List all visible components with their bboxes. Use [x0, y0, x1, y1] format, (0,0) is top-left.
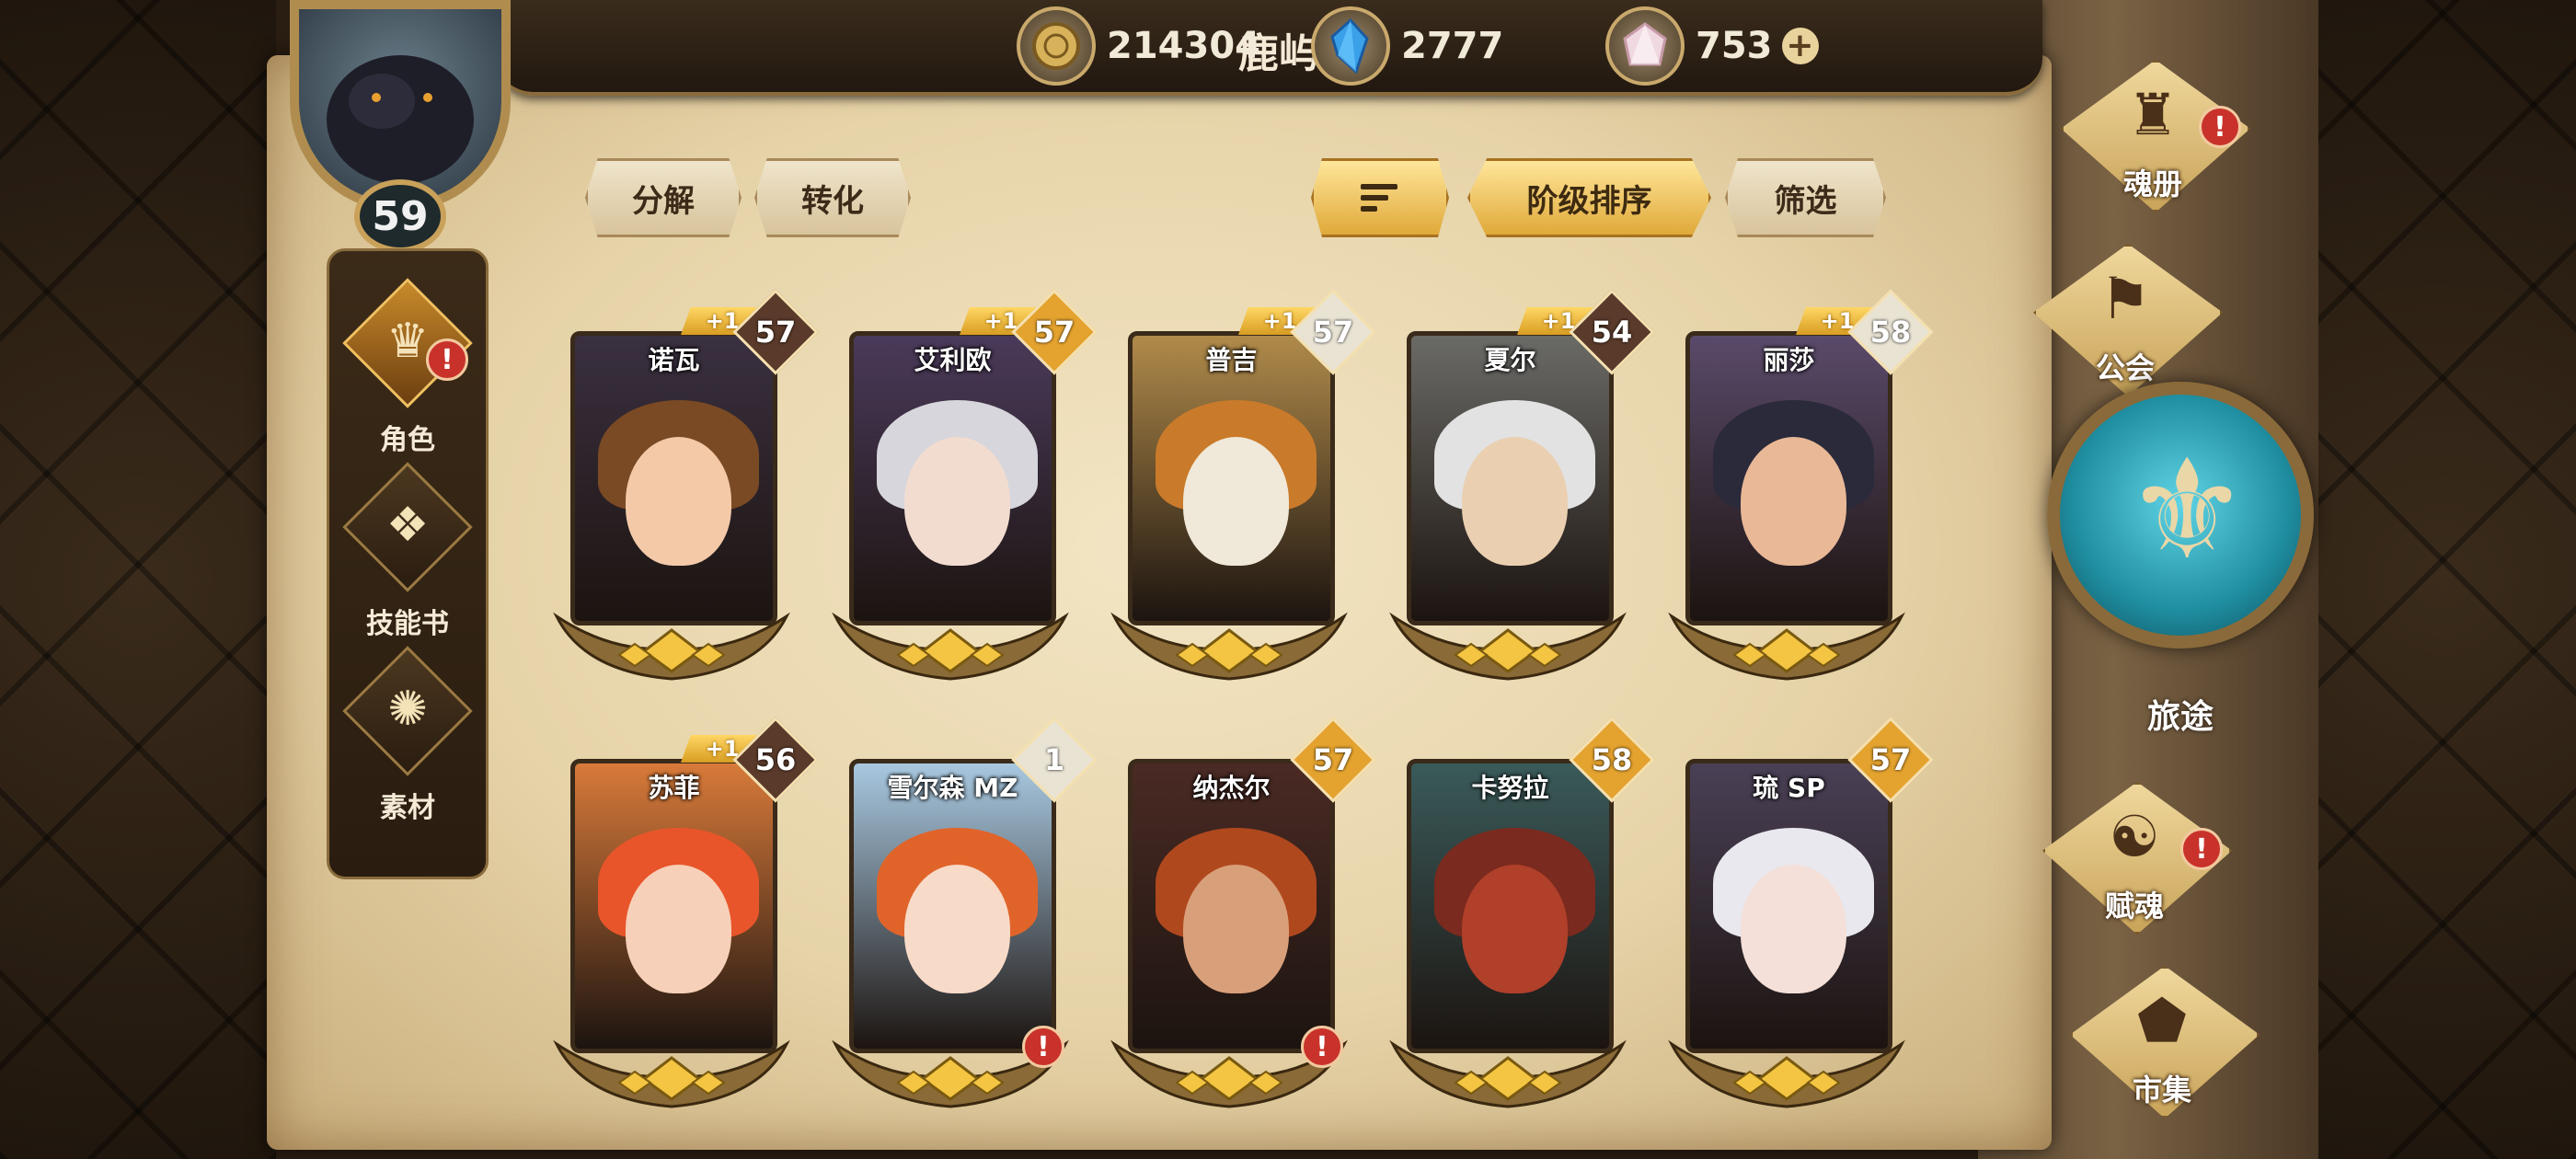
soul-infuse-icon: ☯ — [2109, 803, 2160, 870]
rank-wings-icon — [1668, 1039, 1905, 1108]
character-level: 58 — [1869, 315, 1912, 350]
player-level-badge: 59 — [354, 179, 446, 253]
add-gem-button[interactable]: + — [1781, 28, 1819, 64]
nav-label: 市集 — [2132, 1073, 2191, 1107]
sidebar-item-label: 角色 — [380, 424, 435, 456]
character-card[interactable]: 雪尔森 MZ 1! — [832, 717, 1098, 1108]
sidebar-item-label: 素材 — [380, 792, 435, 824]
character-face — [1462, 437, 1568, 566]
character-level: 57 — [1033, 315, 1075, 350]
character-card[interactable]: 卡努拉 58 — [1389, 717, 1655, 1108]
character-card[interactable]: 普吉 +1 57 — [1110, 289, 1376, 681]
material-icon: ✺ — [387, 682, 428, 737]
sidebar-item-material[interactable]: ✺ 素材 — [329, 646, 486, 824]
rank-wings-icon — [1110, 612, 1348, 681]
market-icon: ⬟ — [2137, 987, 2187, 1054]
character-level: 1 — [1043, 742, 1065, 777]
journey-emblem-icon: ⚜ — [2125, 430, 2249, 591]
nav-label: 赋魂 — [2104, 889, 2164, 924]
character-level: 57 — [1869, 742, 1912, 777]
pink-gem-icon — [1605, 6, 1685, 86]
character-card[interactable]: 琉 SP 57 — [1668, 717, 1934, 1108]
character-card[interactable]: 诺瓦 +1 57 — [553, 289, 819, 681]
character-face — [626, 437, 731, 566]
soul-book-icon: ♜ — [2127, 81, 2179, 148]
character-face — [1183, 865, 1289, 993]
rank-sort-button[interactable]: 阶级排序 — [1467, 158, 1711, 237]
journey-button[interactable]: ⚜ 旅途 — [2038, 373, 2323, 759]
sidebar-item-character[interactable]: ♛ 角色 ! — [329, 278, 486, 456]
character-face — [1183, 437, 1289, 566]
alert-badge: ! — [2199, 106, 2241, 148]
player-portrait[interactable]: 59 — [262, 0, 547, 253]
sort-lines-icon — [1361, 184, 1397, 212]
character-face — [626, 865, 731, 993]
character-face — [1741, 865, 1846, 993]
soul-book-button[interactable]: ♜ 魂册 ! — [2024, 51, 2282, 216]
sidebar-item-label: 技能书 — [366, 608, 449, 640]
character-card[interactable]: 艾利欧 +1 57 — [832, 289, 1098, 681]
blue-crystal-icon — [1311, 6, 1390, 86]
character-face — [904, 865, 1010, 993]
alert-badge: ! — [1301, 1026, 1343, 1068]
gold-value: 214304 — [1107, 25, 1260, 67]
character-level: 57 — [754, 315, 797, 350]
skill-book-icon: ❖ — [385, 498, 430, 553]
sidebar-item-skill-book[interactable]: ❖ 技能书 — [329, 462, 486, 640]
rank-wings-icon — [832, 612, 1069, 681]
rank-wings-icon — [553, 1039, 790, 1108]
character-card[interactable]: 夏尔 +1 54 — [1389, 289, 1655, 681]
gem-value: 753 — [1696, 25, 1773, 67]
alert-badge: ! — [426, 339, 468, 381]
character-face — [1741, 437, 1846, 566]
side-nav: ♛ 角色 ! ❖ 技能书 ✺ 素材 — [327, 248, 489, 879]
character-face — [1462, 865, 1568, 993]
crystal-value: 2777 — [1401, 25, 1504, 67]
rank-wings-icon — [1668, 612, 1905, 681]
soul-infuse-button[interactable]: ☯ 赋魂 ! — [2006, 773, 2263, 938]
convert-button[interactable]: 转化 — [754, 158, 911, 237]
rank-wings-icon — [553, 612, 790, 681]
gold-coin-icon — [1017, 6, 1096, 86]
character-level: 56 — [754, 742, 797, 777]
gold-resource[interactable]: 214304 — [1017, 6, 1260, 86]
character-level: 57 — [1312, 742, 1354, 777]
rank-wings-icon — [1389, 1039, 1627, 1108]
filter-button[interactable]: 筛选 — [1725, 158, 1886, 237]
rank-wings-icon — [1389, 612, 1627, 681]
character-level: 58 — [1591, 742, 1633, 777]
guild-icon: ⚑ — [2099, 265, 2151, 332]
character-level: 54 — [1591, 315, 1633, 350]
sort-toggle-button[interactable] — [1311, 158, 1449, 237]
right-wall-decoration — [2309, 0, 2576, 1159]
alert-badge: ! — [1022, 1026, 1064, 1068]
nav-label: 魂册 — [2122, 166, 2182, 201]
character-level: 57 — [1312, 315, 1354, 350]
character-card[interactable]: 丽莎 +1 58 — [1668, 289, 1934, 681]
resource-bar: 鹿屿 214304 2777 753 + — [497, 0, 2042, 96]
character-face — [904, 437, 1010, 566]
decompose-button[interactable]: 分解 — [585, 158, 742, 237]
journey-label: 旅途 — [2146, 698, 2214, 736]
alert-badge: ! — [2180, 828, 2223, 870]
character-card[interactable]: 苏菲 +1 56 — [553, 717, 819, 1108]
crystal-resource[interactable]: 2777 — [1311, 6, 1504, 86]
gem-resource[interactable]: 753 + — [1605, 6, 1819, 86]
left-wall-decoration — [0, 0, 276, 1159]
character-card[interactable]: 纳杰尔 57! — [1110, 717, 1376, 1108]
market-button[interactable]: ⬟ 市集 — [2033, 957, 2291, 1122]
